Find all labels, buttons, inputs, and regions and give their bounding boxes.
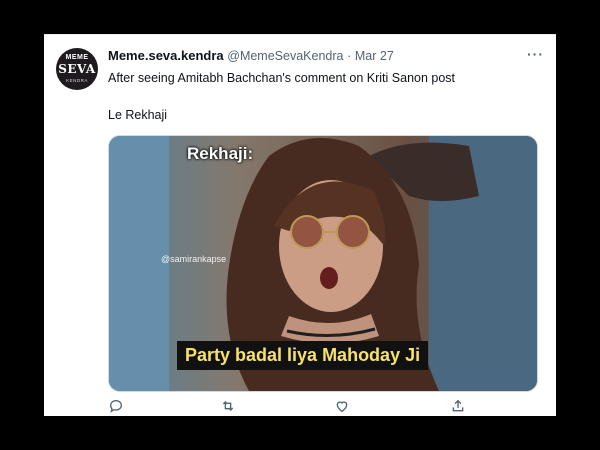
retweet-icon[interactable] bbox=[220, 398, 238, 416]
tweet-text-line1: After seeing Amitabh Bachchan's comment … bbox=[108, 71, 456, 85]
divider bbox=[44, 34, 556, 35]
avatar[interactable]: MEME SEVA KENDRA bbox=[56, 48, 98, 90]
tweet-card: MEME SEVA KENDRA Meme.seva.kendra @MemeS… bbox=[44, 34, 556, 416]
share-icon[interactable] bbox=[450, 398, 468, 416]
author-handle[interactable]: @MemeSevaKendra bbox=[227, 49, 343, 63]
like-icon[interactable] bbox=[334, 398, 352, 416]
avatar-text-line3: KENDRA bbox=[66, 78, 88, 83]
tweet-header: Meme.seva.kendra @MemeSevaKendra · Mar 2… bbox=[108, 48, 394, 63]
avatar-text-line1: MEME bbox=[65, 54, 89, 61]
meme-watermark: @samirankapse bbox=[161, 254, 227, 264]
reply-icon[interactable] bbox=[108, 398, 126, 416]
separator: · bbox=[347, 49, 352, 63]
tweet-text-line2: Le Rekhaji bbox=[108, 108, 168, 122]
tweet-date[interactable]: Mar 27 bbox=[355, 49, 394, 63]
tweet-media-image[interactable]: Rekhaji: @samirankapse Party badal liya … bbox=[108, 135, 538, 392]
avatar-text-line2: SEVA bbox=[58, 62, 96, 76]
tweet-actions bbox=[108, 398, 528, 416]
meme-caption: Party badal liya Mahoday Ji bbox=[177, 341, 429, 370]
more-options-icon[interactable]: ··· bbox=[527, 46, 544, 62]
meme-top-text: Rekhaji: bbox=[187, 144, 254, 163]
author-name[interactable]: Meme.seva.kendra bbox=[108, 48, 224, 63]
